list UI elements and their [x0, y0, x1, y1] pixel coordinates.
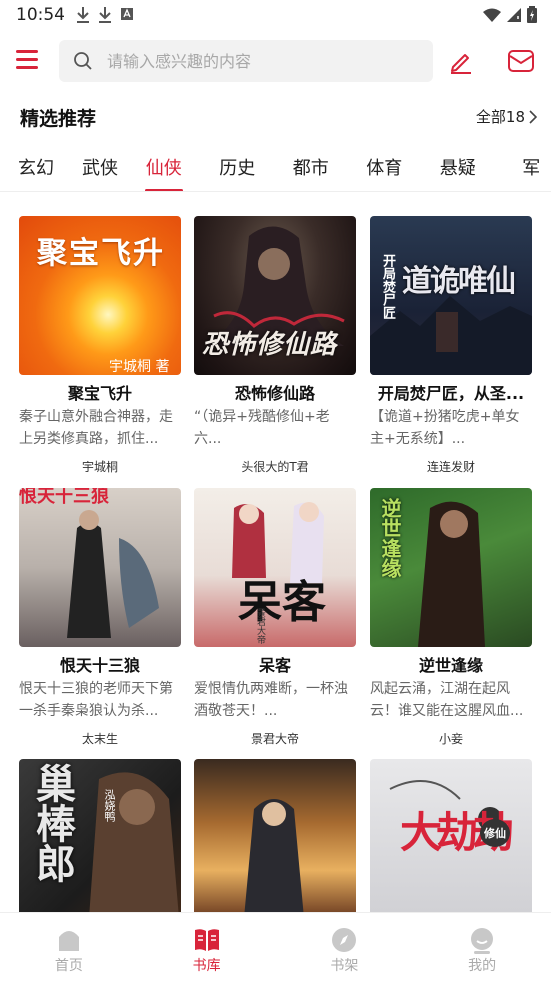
bottom-nav: 首页 书库 书架 我的	[0, 912, 551, 981]
cover-figure	[244, 799, 304, 918]
book-cover[interactable]	[194, 759, 356, 918]
book-description: 【诡道+扮猪吃虎+单女主+无系统】...	[370, 409, 520, 447]
book-title: 逆世逢缘	[418, 656, 483, 675]
top-bar	[0, 38, 551, 86]
chevron-right-icon	[529, 109, 537, 124]
compass-icon	[332, 928, 357, 952]
tab-xuanhuan[interactable]: 玄幻	[18, 148, 54, 192]
wifi-icon	[483, 8, 501, 22]
cover-title: 恐怖修仙路	[202, 330, 338, 360]
nav-library[interactable]: 书库	[138, 913, 276, 981]
book-author: 连连发财	[426, 460, 475, 474]
search-icon	[74, 52, 92, 70]
nav-home[interactable]: 首页	[0, 913, 138, 981]
tab-jun[interactable]: 军	[495, 148, 551, 192]
nav-label: 书库	[192, 958, 221, 974]
tab-wuxia[interactable]: 武侠	[73, 148, 127, 192]
book-description: 风起云涌，江湖在起风云！谁又能在这腥风血...	[370, 681, 524, 719]
book-cover[interactable]: 恐怖修仙路	[194, 216, 356, 375]
tab-xuanyi[interactable]: 悬疑	[421, 148, 495, 192]
book-title: 恨天十三狼	[59, 656, 140, 675]
nav-label: 我的	[468, 958, 497, 974]
see-all-label: 全部18	[475, 108, 525, 126]
cover-title: 聚宝飞升	[37, 236, 165, 271]
nav-label: 首页	[54, 958, 83, 974]
library-book-icon	[194, 929, 219, 951]
book-title: 恐怖修仙路	[234, 384, 315, 403]
cover-subtitle: 开局焚尸匠	[380, 254, 395, 319]
signal-icon	[507, 7, 521, 22]
nav-bookshelf[interactable]: 书架	[276, 913, 414, 981]
book-cover[interactable]: 聚宝飞升 宇城桐 著	[19, 216, 181, 375]
book-cover[interactable]: 恨天十三狼	[19, 488, 181, 647]
tabs-divider	[0, 191, 551, 192]
battery-icon	[527, 6, 537, 23]
book-description: 爱恨情仇两难断，一杯浊酒敬苍天！...	[194, 681, 348, 719]
cover-author: 景君大帝	[255, 608, 265, 644]
cover-title: 恨天十三狼	[19, 488, 109, 507]
nav-label: 书架	[330, 958, 359, 974]
mail-icon[interactable]	[507, 48, 535, 74]
cover-title: 巢棒郎	[29, 763, 75, 883]
book-cover[interactable]: 道诡唯仙 开局焚尸匠	[370, 216, 532, 375]
download-icon	[99, 7, 111, 23]
book-cover[interactable]: 呆客 景君大帝	[194, 488, 356, 647]
category-tabs: 玄幻 武侠 仙侠 历史 都市 体育 悬疑 军	[0, 148, 551, 192]
search-bar[interactable]	[59, 40, 433, 82]
book-author: 太末生	[81, 732, 118, 746]
home-icon	[58, 931, 79, 951]
status-system-icons	[483, 6, 537, 23]
tab-xianxia[interactable]: 仙侠	[127, 148, 201, 192]
keyboard-app-icon	[121, 8, 133, 20]
cover-title: 逆世逢缘	[378, 498, 402, 578]
menu-icon[interactable]	[16, 50, 42, 74]
book-author: 宇城桐	[81, 460, 118, 474]
tab-dushi[interactable]: 都市	[274, 148, 348, 192]
cover-title: 呆客	[238, 577, 326, 628]
cover-author: 宇城桐 著	[109, 359, 170, 375]
book-cover[interactable]: 大劫劫 修仙	[370, 759, 532, 918]
book-description: 恨天十三狼的老师天下第一杀手秦枭狼认为杀...	[19, 681, 173, 719]
book-title: 呆客	[258, 656, 291, 675]
tab-tiyu[interactable]: 体育	[348, 148, 422, 192]
section-title: 精选推荐	[20, 108, 97, 130]
see-all-link[interactable]: 全部18	[476, 106, 537, 127]
status-bar: 10:54	[0, 0, 551, 32]
status-time: 10:54	[16, 5, 65, 25]
book-description: 秦子山意外融合神器，走上另类修真路，抓住...	[19, 409, 173, 447]
download-icon	[77, 7, 89, 23]
book-cover[interactable]: 逆世逢缘	[370, 488, 532, 647]
search-input[interactable]	[107, 40, 417, 82]
book-author: 头很大的T君	[241, 460, 309, 474]
tab-lishi[interactable]: 历史	[201, 148, 275, 192]
section-header: 精选推荐 全部18	[0, 98, 551, 134]
cover-subtitle: 修仙	[480, 819, 510, 847]
cover-title: 道诡唯仙	[402, 264, 516, 299]
cover-figure	[67, 510, 159, 638]
book-title: 聚宝飞升	[67, 384, 132, 403]
nav-profile[interactable]: 我的	[413, 913, 551, 981]
book-title: 开局焚尸匠，从圣...	[377, 384, 525, 403]
profile-icon	[471, 928, 494, 954]
status-notifications	[76, 6, 134, 24]
book-author: 小妾	[438, 732, 463, 746]
cover-author: 泓娆鸭	[103, 789, 116, 822]
book-author: 景君大帝	[250, 732, 299, 746]
book-description: “（诡异+残酷修仙+老六...	[194, 409, 330, 447]
edit-icon[interactable]	[448, 48, 474, 74]
book-cover[interactable]: 巢棒郎 泓娆鸭	[19, 759, 181, 918]
